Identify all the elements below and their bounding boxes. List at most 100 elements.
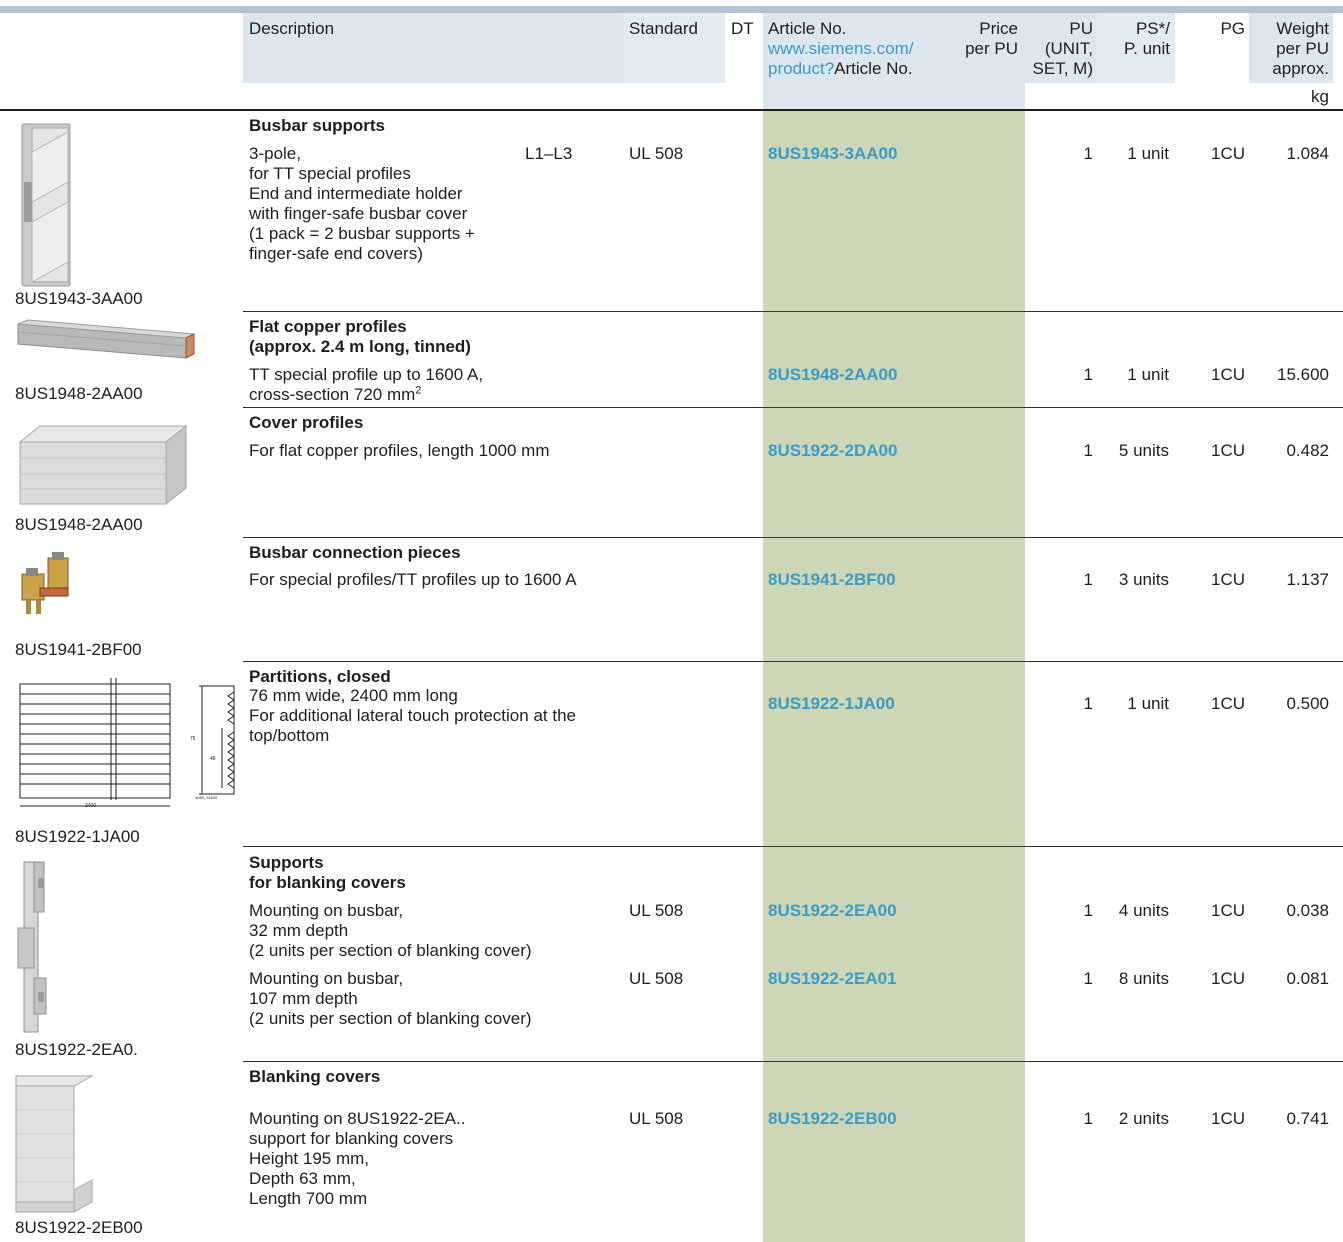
article-number[interactable]: 8US1943-3AA00: [768, 144, 897, 164]
header-ps-unit: P. unit: [1123, 39, 1170, 58]
image-caption: 8US1922-2EA0.: [15, 1040, 138, 1059]
pu-cell: 1: [1083, 1109, 1093, 1128]
ps-cell: 1 unit: [1127, 144, 1169, 163]
image-caption: 8US1941-2BF00: [15, 640, 142, 659]
standard-cell: UL 508: [629, 969, 684, 988]
weight-cell: 1.137: [1286, 570, 1329, 589]
header-price: Price: [979, 19, 1018, 38]
pg-cell: 1CU: [1210, 901, 1245, 920]
header-unit-kg: kg: [1311, 87, 1329, 106]
pu-cell: 1: [1083, 901, 1093, 920]
section-separator: [243, 1061, 1343, 1062]
weight-cell: 1.084: [1286, 144, 1329, 163]
drawing-length-label: 2400: [85, 803, 97, 809]
ps-cell: 5 units: [1118, 441, 1169, 460]
connection-piece-image: [18, 552, 86, 621]
section-separator: [243, 311, 1343, 312]
image-caption: 8US1943-3AA00: [15, 289, 143, 308]
header-pg: PG: [1220, 19, 1245, 38]
article-column-highlight: [763, 111, 1025, 1242]
article-number[interactable]: 8US1948-2AA00: [768, 365, 897, 385]
cover-profile-image: [16, 414, 192, 515]
pg-cell: 1CU: [1210, 570, 1245, 589]
header-weight: Weight: [1276, 19, 1329, 38]
header-pu-unit: (UNIT,: [1044, 39, 1093, 58]
pu-cell: 1: [1083, 441, 1093, 460]
ps-cell: 1 unit: [1127, 694, 1169, 713]
article-number[interactable]: 8US1922-2DA00: [768, 441, 897, 461]
blanking-support-image: [16, 858, 56, 1043]
pole-label: L1–L3: [525, 144, 573, 163]
drawing-reference: 4080_01825: [195, 795, 218, 800]
ps-cell: 4 units: [1118, 901, 1169, 920]
section-title: Blanking covers: [249, 1067, 381, 1086]
row-description: For flat copper profiles, length 1000 mm: [249, 441, 550, 460]
weight-cell: 0.081: [1286, 969, 1329, 988]
blanking-cover-image: [14, 1070, 98, 1221]
section-separator: [243, 846, 1343, 847]
image-caption: 8US1948-2AA00: [15, 515, 143, 534]
weight-cell: 0.038: [1286, 901, 1329, 920]
section-separator: [243, 661, 1343, 662]
ps-cell: 1 unit: [1127, 365, 1169, 384]
weight-cell: 0.482: [1286, 441, 1329, 460]
section-separator: [243, 407, 1343, 408]
header-weight-per: per PU: [1276, 39, 1329, 58]
header-description: Description: [249, 19, 335, 38]
section-title-line2: (approx. 2.4 m long, tinned): [249, 337, 471, 356]
section-title: Busbar connection pieces: [249, 543, 461, 562]
section-title-line2: for blanking covers: [249, 873, 406, 892]
header-article-link-line2: product?Article No.: [768, 59, 913, 78]
standard-cell: UL 508: [629, 901, 684, 920]
pg-cell: 1CU: [1210, 441, 1245, 460]
row-description: 3-pole, for TT special profiles End and …: [249, 144, 475, 263]
row-description: Mounting on busbar, 107 mm depth (2 unit…: [249, 969, 532, 1028]
header-ps: PS*/: [1135, 19, 1170, 38]
image-caption: 8US1922-2EB00: [15, 1218, 143, 1237]
row-description: Mounting on busbar, 32 mm depth (2 units…: [249, 901, 532, 960]
section-separator: [243, 537, 1343, 538]
top-bar: [0, 6, 1343, 13]
section-title: Cover profiles: [249, 413, 364, 432]
header-standard: Standard: [629, 19, 698, 38]
weight-cell: 0.500: [1286, 694, 1329, 713]
weight-cell: 0.741: [1286, 1109, 1329, 1128]
copper-profile-image: [16, 318, 196, 371]
weight-cell: 15.600: [1277, 365, 1329, 384]
pu-cell: 1: [1083, 144, 1093, 163]
article-number[interactable]: 8US1922-1JA00: [768, 694, 895, 714]
pg-cell: 1CU: [1210, 969, 1245, 988]
header-rule: [0, 109, 1343, 111]
pg-cell: 1CU: [1210, 1109, 1245, 1128]
section-title: Partitions, closed: [249, 667, 391, 686]
pu-cell: 1: [1083, 570, 1093, 589]
row-description: Mounting on 8US1922-2EA.. support for bl…: [249, 1109, 466, 1208]
pg-cell: 1CU: [1210, 365, 1245, 384]
section-title: Flat copper profiles: [249, 317, 407, 336]
header-pu-set: SET, M): [1032, 59, 1093, 78]
header-article-no: Article No.: [768, 19, 847, 38]
image-caption: 8US1922-1JA00: [15, 827, 140, 846]
header-article-link[interactable]: www.siemens.com/: [768, 39, 913, 59]
section-title: Busbar supports: [249, 116, 386, 135]
drawing-height-label: 76: [190, 736, 196, 742]
article-number[interactable]: 8US1922-2EB00: [768, 1109, 897, 1129]
header-dt: DT: [731, 19, 754, 38]
header-pu: PU: [1069, 19, 1093, 38]
pu-cell: 1: [1083, 694, 1093, 713]
ps-cell: 3 units: [1118, 570, 1169, 589]
header-weight-approx: approx.: [1272, 59, 1329, 78]
article-number[interactable]: 8US1941-2BF00: [768, 570, 896, 590]
ps-cell: 2 units: [1118, 1109, 1169, 1128]
drawing-height-inner-label: 48: [210, 756, 216, 762]
pu-cell: 1: [1083, 969, 1093, 988]
section-title: Supports: [249, 853, 324, 872]
ps-cell: 8 units: [1118, 969, 1169, 988]
header-price-per: per PU: [965, 39, 1018, 58]
article-number[interactable]: 8US1922-2EA01: [768, 969, 897, 989]
row-description: TT special profile up to 1600 A, cross-s…: [249, 365, 484, 404]
article-number[interactable]: 8US1922-2EA00: [768, 901, 897, 921]
image-caption: 8US1948-2AA00: [15, 384, 143, 403]
pg-cell: 1CU: [1210, 694, 1245, 713]
pg-cell: 1CU: [1210, 144, 1245, 163]
